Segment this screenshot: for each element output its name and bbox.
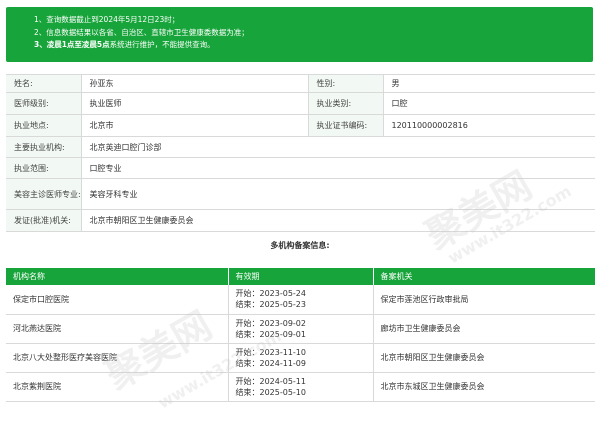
start-date: 开始：2024-05-11 [235,376,307,386]
table-row: 保定市口腔医院 开始：2023-05-24 结束：2025-05-23 保定市莲池… [6,285,595,315]
table-row: 北京紫荆医院 开始：2024-05-11 结束：2025-05-10 北京市东城区… [6,372,595,402]
info-row: 主要执业机构: 北京英迪口腔门诊部 [6,136,595,158]
issuer-value: 北京市朝阳区卫生健康委员会 [81,209,595,232]
validity-cell: 开始：2023-05-24 结束：2025-05-23 [228,285,374,315]
org-name: 河北燕达医院 [6,314,229,344]
notice-line-3: 3、凌晨1点至凌晨5点系统进行维护，不能提供查询。 [34,39,593,52]
col-header-authority: 备案机关 [373,268,595,285]
info-row: 姓名: 孙亚东 性别: 男 [6,74,595,93]
validity-cell: 开始：2023-09-02 结束：2025-09-01 [228,314,374,344]
cosmetic-label: 美容主诊医师专业: [6,178,82,210]
filing-authority: 保定市莲池区行政审批局 [373,285,595,315]
doctor-info-table: 姓名: 孙亚东 性别: 男 医师级别: 执业医师 执业类别: 口腔 执业地点: … [6,74,595,232]
category-label: 执业类别: [307,92,384,115]
orgs-table: 机构名称 有效期 备案机关 保定市口腔医院 开始：2023-05-24 结束：20… [6,268,595,402]
col-header-org-name: 机构名称 [6,268,229,285]
info-row: 发证(批准)机关: 北京市朝阳区卫生健康委员会 [6,209,595,232]
info-row: 执业范围: 口腔专业 [6,157,595,179]
issuer-label: 发证(批准)机关: [6,209,82,232]
notice-line-1: 1、查询数据截止到2024年5月12日23时； [34,15,180,24]
level-label: 医师级别: [6,92,82,115]
name-value: 孙亚东 [81,74,308,93]
info-row: 执业地点: 北京市 执业证书编码: 120110000002816 [6,114,595,137]
table-row: 河北燕达医院 开始：2023-09-02 结束：2025-09-01 廊坊市卫生健… [6,314,595,344]
notice-line-2: 2、信息数据结果以各省、自治区、直辖市卫生健康委数据为准； [34,27,249,37]
cert-label: 执业证书编码: [307,114,384,137]
org-name: 北京紫荆医院 [6,372,229,402]
cosmetic-value: 美容牙科专业 [81,178,595,210]
end-date: 结束：2025-05-23 [235,300,307,310]
start-date: 开始：2023-09-02 [235,318,307,328]
orgs-title: 多机构备案信息: [270,241,330,250]
validity-cell: 开始：2024-05-11 结束：2025-05-10 [228,372,374,402]
end-date: 结束：2024-11-09 [235,358,307,368]
scope-value: 口腔专业 [81,157,595,179]
filing-authority: 廊坊市卫生健康委员会 [373,314,595,344]
org-value: 北京英迪口腔门诊部 [81,136,595,158]
filing-authority: 北京市东城区卫生健康委员会 [373,372,595,402]
validity-cell: 开始：2023-11-10 结束：2024-11-09 [228,343,374,373]
end-date: 结束：2025-05-10 [235,387,307,397]
start-date: 开始：2023-05-24 [235,289,307,299]
org-label: 主要执业机构: [6,136,82,158]
gender-value: 男 [383,74,595,93]
end-date: 结束：2025-09-01 [235,329,307,339]
category-value: 口腔 [383,92,595,115]
notice-line-3-bold: 3、凌晨1点至凌晨5点 [34,40,110,49]
notice-line-3-rest: 系统进行维护，不能提供查询。 [109,40,215,49]
scope-label: 执业范围: [6,157,82,179]
col-header-validity: 有效期 [228,268,374,285]
notice-banner: 1、查询数据截止到2024年5月12日23时； 2、信息数据结果以各省、自治区、… [6,7,593,62]
org-name: 北京八大处整形医疗美容医院 [6,343,229,373]
location-label: 执业地点: [6,114,82,137]
table-row: 北京八大处整形医疗美容医院 开始：2023-11-10 结束：2024-11-09… [6,343,595,373]
name-label: 姓名: [6,74,82,93]
org-name: 保定市口腔医院 [6,285,229,315]
filing-authority: 北京市朝阳区卫生健康委员会 [373,343,595,373]
start-date: 开始：2023-11-10 [235,347,307,357]
info-row: 医师级别: 执业医师 执业类别: 口腔 [6,92,595,115]
info-row: 美容主诊医师专业: 美容牙科专业 [6,178,595,210]
cert-value: 120110000002816 [383,114,595,137]
location-value: 北京市 [81,114,308,137]
gender-label: 性别: [307,74,384,93]
level-value: 执业医师 [81,92,308,115]
